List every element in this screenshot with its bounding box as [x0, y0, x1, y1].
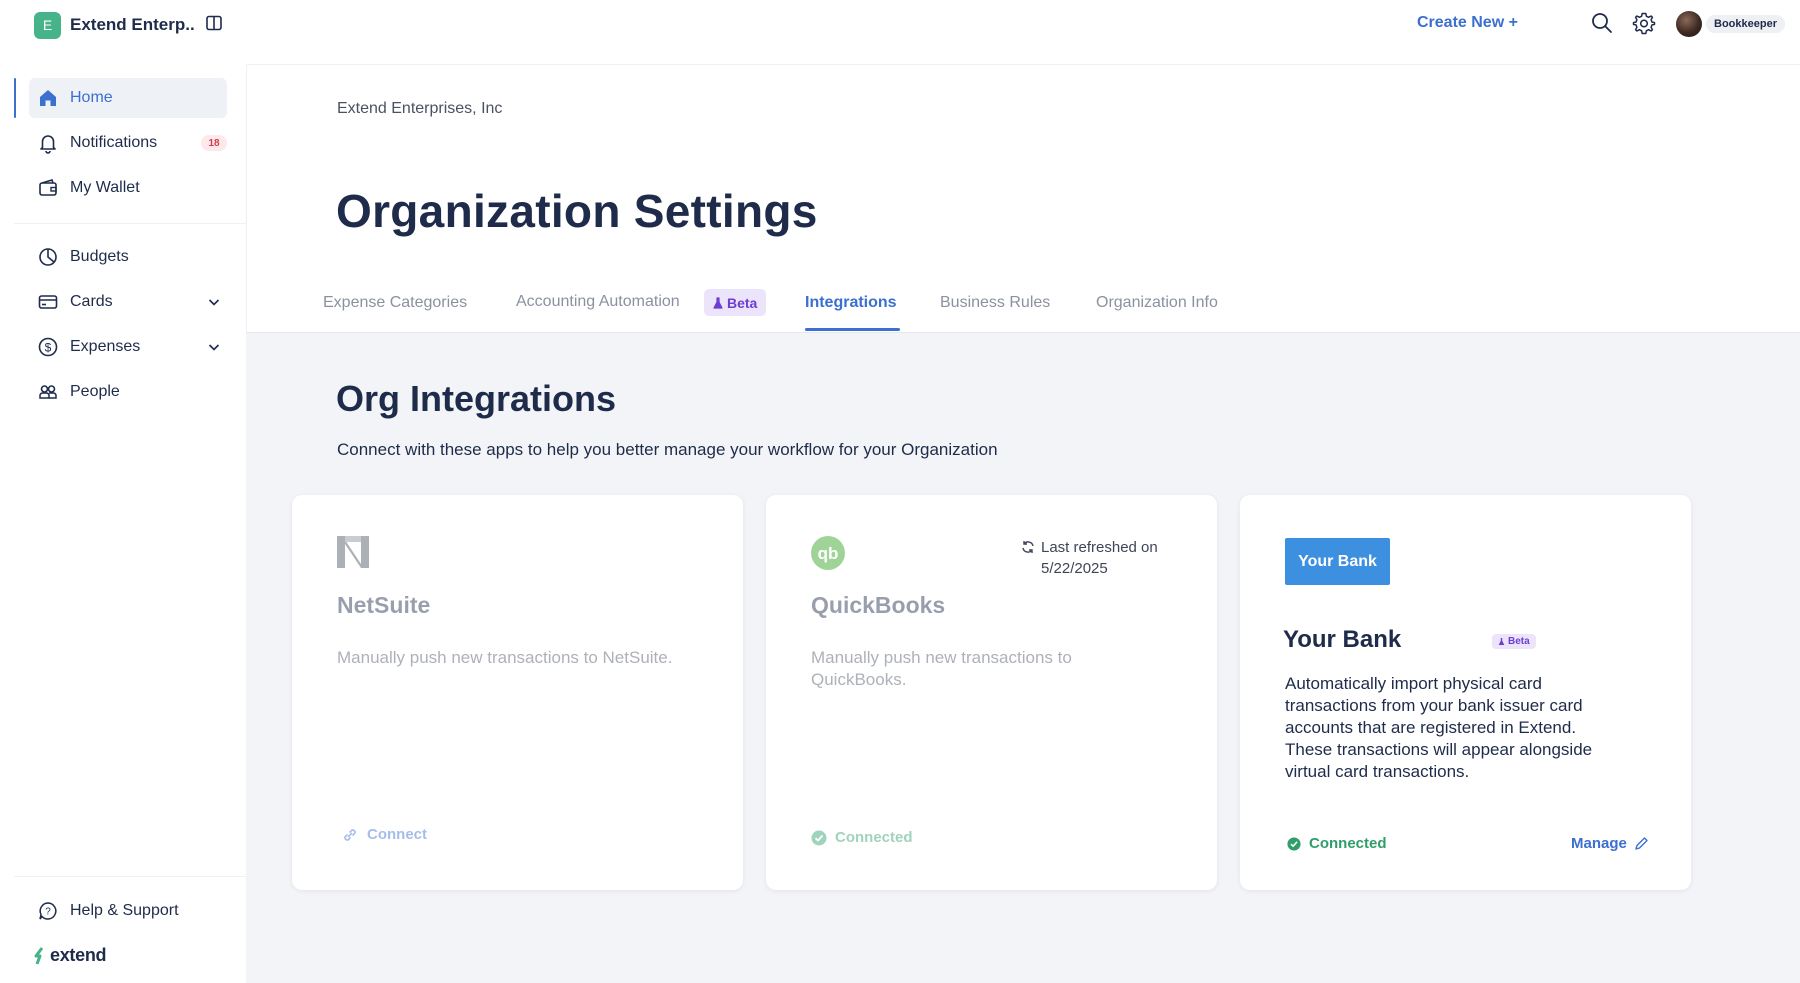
- sidebar-item-people[interactable]: People: [29, 372, 227, 412]
- tab-organization-info[interactable]: Organization Info: [1096, 294, 1218, 312]
- netsuite-card: NetSuite Manually push new transactions …: [292, 495, 743, 890]
- flask-icon: [1498, 637, 1505, 646]
- sidebar-item-label: Notifications: [70, 134, 158, 151]
- your-bank-logo-button[interactable]: Your Bank: [1285, 538, 1390, 585]
- integration-description: Automatically import physical card trans…: [1285, 674, 1593, 781]
- sidebar-divider: [14, 223, 246, 224]
- sidebar-item-help-support[interactable]: ? Help & Support: [29, 891, 227, 931]
- sidebar-item-my-wallet[interactable]: My Wallet: [29, 168, 227, 208]
- active-indicator: [14, 78, 16, 118]
- manage-button[interactable]: Manage: [1571, 835, 1649, 852]
- beta-badge-label: Beta: [1508, 636, 1530, 647]
- flask-icon: [713, 296, 723, 309]
- beta-badge: Beta: [1492, 634, 1536, 649]
- connect-button[interactable]: Connect: [342, 826, 427, 843]
- connect-label: Connect: [367, 826, 427, 843]
- connection-status: Connected: [811, 829, 913, 846]
- integration-description: Manually push new transactions to NetSui…: [337, 648, 673, 667]
- sidebar-item-label: My Wallet: [70, 179, 140, 196]
- sidebar-divider: [14, 876, 246, 877]
- connected-label: Connected: [835, 829, 913, 846]
- gear-icon[interactable]: [1632, 11, 1656, 35]
- section-title: Org Integrations: [336, 378, 617, 419]
- sidebar-item-label: People: [70, 383, 120, 400]
- pie-chart-icon: [35, 246, 61, 268]
- integration-name: QuickBooks: [811, 592, 946, 618]
- connected-label: Connected: [1309, 835, 1387, 852]
- last-refreshed-label: Last refreshed on: [1041, 539, 1158, 556]
- beta-badge: Beta: [704, 289, 767, 316]
- avatar: [1676, 11, 1702, 37]
- sidebar-item-label: Cards: [70, 293, 113, 310]
- org-switcher[interactable]: E Extend Enterp...: [34, 11, 234, 39]
- integration-name: NetSuite: [337, 592, 431, 618]
- svg-text:qb: qb: [818, 544, 839, 563]
- sidebar-item-label: Help & Support: [70, 902, 179, 919]
- breadcrumb: Extend Enterprises, Inc: [337, 100, 503, 117]
- sidebar-item-label: Home: [70, 89, 113, 106]
- section-description: Connect with these apps to help you bett…: [337, 440, 998, 459]
- create-new-button[interactable]: Create New +: [1417, 14, 1518, 32]
- sidebar-item-home[interactable]: Home: [29, 78, 227, 118]
- svg-text:?: ?: [45, 907, 51, 918]
- manage-label: Manage: [1571, 835, 1627, 852]
- active-tab-underline: [805, 328, 900, 331]
- org-name: Extend Enterp...: [70, 15, 194, 34]
- sidebar-item-notifications[interactable]: Notifications 18: [29, 123, 227, 163]
- tab-business-rules[interactable]: Business Rules: [940, 294, 1050, 312]
- tab-accounting-automation[interactable]: Accounting Automation: [516, 293, 680, 311]
- tab-integrations[interactable]: Integrations: [805, 294, 897, 312]
- sidebar-item-expenses[interactable]: $ Expenses: [29, 327, 227, 367]
- tab-expense-categories[interactable]: Expense Categories: [323, 294, 467, 312]
- help-chat-icon: ?: [35, 900, 61, 922]
- sidebar-item-budgets[interactable]: Budgets: [29, 237, 227, 277]
- extend-logo: extend: [33, 945, 107, 966]
- chevron-down-icon[interactable]: [207, 295, 221, 309]
- search-icon[interactable]: [1590, 11, 1614, 35]
- check-circle-icon: [1287, 836, 1301, 851]
- page-title: Organization Settings: [336, 185, 818, 237]
- sidebar-toggle-icon[interactable]: [205, 14, 223, 32]
- wallet-icon: [35, 177, 61, 199]
- people-icon: [35, 381, 61, 403]
- extend-logo-text: extend: [50, 945, 107, 965]
- chevron-down-icon[interactable]: [207, 340, 221, 354]
- bell-icon: [35, 132, 61, 154]
- user-menu[interactable]: Bookkeeper: [1676, 11, 1785, 37]
- user-role-badge: Bookkeeper: [1706, 15, 1785, 33]
- your-bank-card: Your Bank Your Bank Beta Automatically i…: [1240, 495, 1691, 890]
- sidebar-item-label: Budgets: [70, 248, 129, 265]
- last-refreshed-date: 5/22/2025: [1041, 560, 1108, 577]
- connection-status: Connected: [1287, 835, 1387, 852]
- netsuite-logo-icon: [337, 536, 369, 568]
- sidebar-item-label: Expenses: [70, 338, 141, 355]
- svg-text:$: $: [45, 341, 52, 355]
- top-bar: Create New + Bookkeeper: [246, 0, 1800, 65]
- notification-count-badge: 18: [201, 135, 227, 151]
- credit-card-icon: [35, 291, 61, 313]
- dollar-circle-icon: $: [35, 336, 61, 358]
- quickbooks-logo-icon: qb: [811, 536, 845, 570]
- sidebar-item-cards[interactable]: Cards: [29, 282, 227, 322]
- sidebar: E Extend Enterp... Home Notifications 18…: [0, 0, 247, 982]
- check-circle-icon: [811, 830, 827, 846]
- quickbooks-card: qb Last refreshed on 5/22/2025 QuickBook…: [766, 495, 1217, 890]
- home-icon: [35, 87, 61, 109]
- pencil-icon: [1634, 836, 1649, 851]
- beta-badge-label: Beta: [727, 294, 758, 311]
- integration-name: Your Bank: [1283, 626, 1402, 653]
- integration-description: Manually push new transactions to QuickB…: [811, 648, 1072, 689]
- refresh-icon[interactable]: [1021, 540, 1035, 579]
- last-refreshed-note: Last refreshed on 5/22/2025: [1021, 537, 1158, 579]
- org-avatar: E: [34, 11, 61, 39]
- link-icon: [342, 827, 358, 843]
